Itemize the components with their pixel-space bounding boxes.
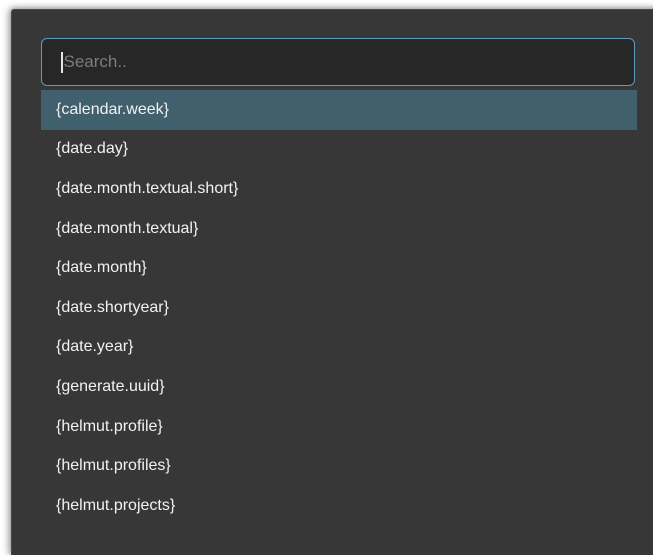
list-item[interactable]: {date.year} bbox=[41, 328, 637, 368]
list-item[interactable]: {date.day} bbox=[41, 130, 637, 170]
variable-picker-panel: {calendar.week} {date.day} {date.month.t… bbox=[11, 9, 653, 555]
list-item[interactable]: {helmut.profile} bbox=[41, 407, 637, 447]
list-item[interactable]: {date.month.textual} bbox=[41, 209, 637, 249]
text-caret bbox=[61, 51, 63, 73]
list-item[interactable]: {date.shortyear} bbox=[41, 288, 637, 328]
list-item[interactable]: {generate.uuid} bbox=[41, 367, 637, 407]
search-field[interactable] bbox=[41, 38, 635, 86]
list-item[interactable]: {date.month.textual.short} bbox=[41, 169, 637, 209]
variable-list: {calendar.week} {date.day} {date.month.t… bbox=[41, 90, 637, 526]
list-item[interactable]: {date.month} bbox=[41, 248, 637, 288]
list-item[interactable]: {calendar.week} bbox=[41, 90, 637, 130]
search-input[interactable] bbox=[63, 52, 604, 72]
list-item[interactable]: {helmut.projects} bbox=[41, 486, 637, 526]
list-item[interactable]: {helmut.profiles} bbox=[41, 446, 637, 486]
